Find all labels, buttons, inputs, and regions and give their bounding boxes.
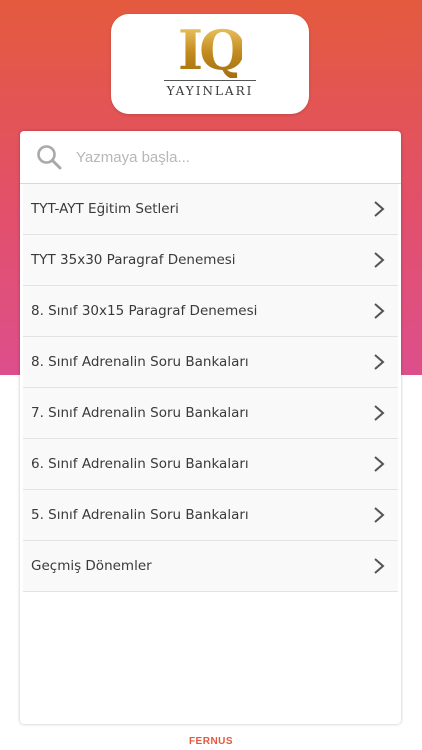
list-item-label: Geçmiş Dönemler	[31, 558, 152, 574]
list-item-label: TYT 35x30 Paragraf Denemesi	[31, 252, 236, 268]
chevron-right-icon	[372, 302, 386, 320]
list-item-6-sinif-adrenalin[interactable]: 6. Sınıf Adrenalin Soru Bankaları	[23, 439, 398, 490]
list-item-gecmis-donemler[interactable]: Geçmiş Dönemler	[23, 541, 398, 592]
search-icon	[34, 142, 64, 172]
list-item-8-sinif-paragraf-denemesi[interactable]: 8. Sınıf 30x15 Paragraf Denemesi	[23, 286, 398, 337]
chevron-right-icon	[372, 353, 386, 371]
list-item-8-sinif-adrenalin[interactable]: 8. Sınıf Adrenalin Soru Bankaları	[23, 337, 398, 388]
logo-divider	[164, 80, 256, 81]
logo-subtitle: YAYINLARI	[166, 84, 254, 98]
logo-card: IQ YAYINLARI	[111, 14, 309, 114]
list-item-tyt-ayt-egitim-setleri[interactable]: TYT-AYT Eğitim Setleri	[23, 184, 398, 235]
list-item-label: TYT-AYT Eğitim Setleri	[31, 201, 179, 217]
chevron-right-icon	[372, 506, 386, 524]
search-input[interactable]	[74, 147, 378, 167]
list-item-label: 6. Sınıf Adrenalin Soru Bankaları	[31, 456, 249, 472]
chevron-right-icon	[372, 404, 386, 422]
list-item-5-sinif-adrenalin[interactable]: 5. Sınıf Adrenalin Soru Bankaları	[23, 490, 398, 541]
chevron-right-icon	[372, 200, 386, 218]
list-item-label: 5. Sınıf Adrenalin Soru Bankaları	[31, 507, 249, 523]
list-item-label: 7. Sınıf Adrenalin Soru Bankaları	[31, 405, 249, 421]
list-item-label: 8. Sınıf Adrenalin Soru Bankaları	[31, 354, 249, 370]
list-item-label: 8. Sınıf 30x15 Paragraf Denemesi	[31, 303, 258, 319]
category-list: TYT-AYT Eğitim Setleri TYT 35x30 Paragra…	[20, 184, 401, 592]
catalog-panel: TYT-AYT Eğitim Setleri TYT 35x30 Paragra…	[20, 131, 401, 724]
list-item-7-sinif-adrenalin[interactable]: 7. Sınıf Adrenalin Soru Bankaları	[23, 388, 398, 439]
footer-brand[interactable]: FERNUS	[0, 736, 422, 747]
chevron-right-icon	[372, 251, 386, 269]
search-bar	[20, 131, 401, 184]
chevron-right-icon	[372, 557, 386, 575]
list-item-tyt-paragraf-denemesi[interactable]: TYT 35x30 Paragraf Denemesi	[23, 235, 398, 286]
logo-mark: IQ	[177, 18, 246, 82]
chevron-right-icon	[372, 455, 386, 473]
